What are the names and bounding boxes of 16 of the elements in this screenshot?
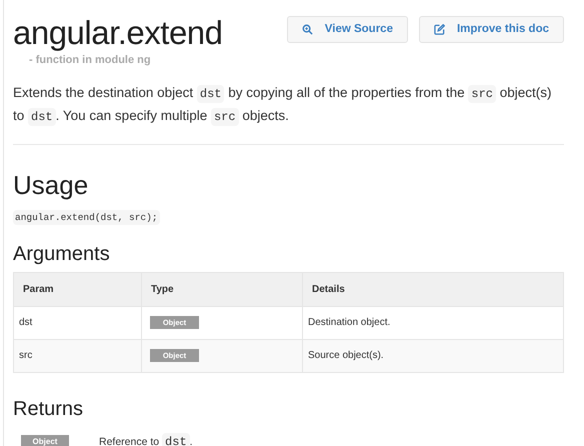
section-heading: Usage [13, 170, 90, 198]
view-source-button[interactable]: View Source [286, 16, 408, 43]
return-description: Reference to dst . [99, 432, 193, 446]
edit-icon [434, 24, 445, 35]
description: Extends the destination object dst by copying all of the properties from the src object(s) to dst . You can specify multiple src objects. [13, 84, 553, 128]
section-heading: Arguments [13, 242, 111, 266]
improve-doc-button[interactable]: Improve this doc [418, 16, 564, 43]
search-icon [302, 24, 313, 35]
section-heading: Returns [13, 396, 84, 420]
table-cell: Destination object. [302, 306, 564, 339]
type-badge: Object [21, 434, 69, 446]
page-title: angular.extend [13, 14, 223, 52]
code-snippet: angular.extend(dst, src); [13, 210, 160, 224]
table-cell: src [14, 339, 142, 372]
table-cell: Source object(s). [302, 339, 564, 372]
page-subtitle: - function in module ng [29, 53, 152, 68]
